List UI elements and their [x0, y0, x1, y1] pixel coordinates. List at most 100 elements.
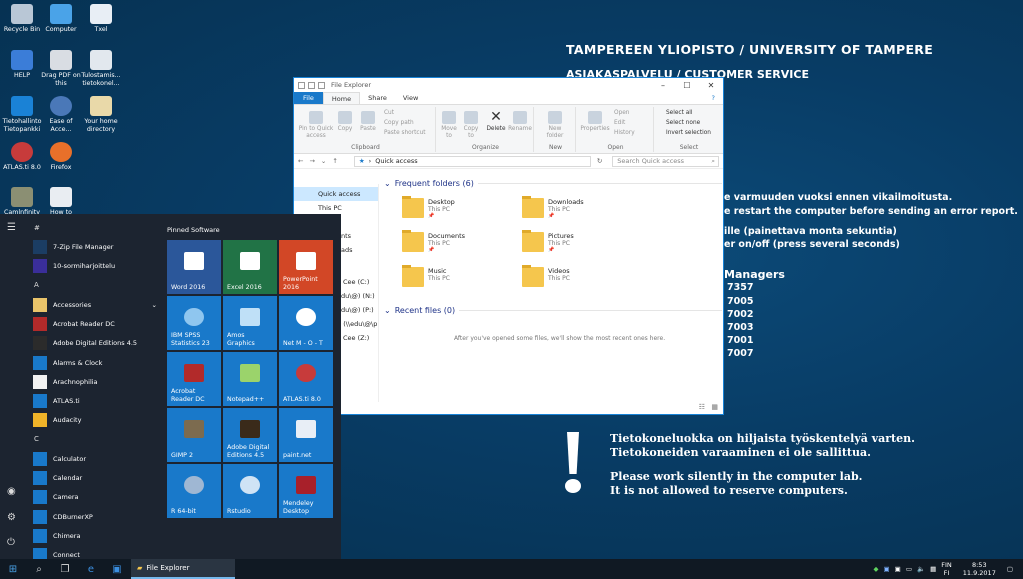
tile-word[interactable]: Word 2016: [167, 240, 221, 294]
details-view-icon[interactable]: ☷: [699, 403, 705, 411]
letter-header[interactable]: C: [34, 435, 39, 443]
txel-icon[interactable]: Txel: [79, 4, 123, 34]
home-directory-icon[interactable]: Your home directory: [79, 96, 123, 133]
language-indicator[interactable]: FIN FI: [941, 561, 952, 577]
tray-overflow-icon[interactable]: ▦: [930, 565, 936, 573]
edge-icon[interactable]: e: [78, 559, 104, 579]
folder-item[interactable]: Videos This PC: [522, 265, 570, 287]
tile-rstudio[interactable]: Rstudio: [223, 464, 277, 518]
folder-item[interactable]: Desktop This PC 📌: [402, 196, 455, 219]
tietopankki-icon[interactable]: Tietohallinto Tietopankki: [0, 96, 44, 133]
select-all-button[interactable]: Select all: [666, 110, 693, 116]
search-icon[interactable]: ⌕: [26, 559, 52, 579]
how-to-icon[interactable]: How to: [39, 187, 83, 217]
help-icon[interactable]: HELP: [0, 50, 44, 80]
edit-button[interactable]: Edit: [614, 120, 625, 126]
tile-spss[interactable]: IBM SPSS Statistics 23: [167, 296, 221, 350]
app-item[interactable]: 7-Zip File Manager: [33, 240, 113, 254]
settings-icon[interactable]: ⚙: [7, 512, 16, 523]
tab-home[interactable]: Home: [322, 92, 361, 104]
tile-r[interactable]: R 64-bit: [167, 464, 221, 518]
app-item[interactable]: Chimera: [33, 529, 80, 543]
new-folder-button[interactable]: New folder: [540, 111, 570, 139]
letter-header[interactable]: A: [34, 281, 39, 289]
tab-share[interactable]: Share: [360, 92, 395, 104]
tile-amos[interactable]: Amos Graphics: [223, 296, 277, 350]
search-input[interactable]: Search Quick access ⌕: [612, 155, 719, 167]
tray-app-icon[interactable]: ▣: [884, 565, 890, 573]
folder-item[interactable]: Pictures This PC 📌: [522, 230, 574, 253]
properties-button[interactable]: Properties: [580, 111, 610, 133]
quick-access-toolbar[interactable]: [298, 81, 325, 89]
drag-pdf-icon[interactable]: Drag PDF on this: [39, 50, 83, 87]
nav-item-quick-access[interactable]: Quick access: [294, 187, 378, 201]
caminfinity-icon[interactable]: Camlnfinity: [0, 187, 44, 217]
network-icon[interactable]: ▭: [906, 565, 912, 573]
tile-paintnet[interactable]: paint.net: [279, 408, 333, 462]
app-item[interactable]: ATLAS.ti: [33, 394, 80, 408]
folder-item[interactable]: Music This PC: [402, 265, 450, 287]
power-icon[interactable]: ⏻: [7, 537, 15, 548]
app-item[interactable]: Calendar: [33, 471, 82, 485]
folder-item[interactable]: Documents This PC 📌: [402, 230, 465, 253]
nav-item-this-pc[interactable]: This PC: [294, 201, 378, 215]
invert-selection-button[interactable]: Invert selection: [666, 130, 711, 136]
windows-start-icon[interactable]: ⊞: [0, 559, 26, 579]
frequent-folders-header[interactable]: ⌄ Frequent folders (6): [384, 179, 722, 188]
letter-header[interactable]: #: [34, 224, 40, 232]
history-button[interactable]: History: [614, 130, 635, 136]
firefox-icon[interactable]: Firefox: [39, 142, 83, 172]
app-folder-accessories[interactable]: Accessories ⌄: [33, 298, 157, 312]
tile-excel[interactable]: Excel 2016: [223, 240, 277, 294]
atlas-ti-icon[interactable]: ATLAS.ti 8.0: [0, 142, 44, 172]
copy-button[interactable]: Copy: [334, 111, 356, 133]
recycle-bin-icon[interactable]: Recycle Bin: [0, 4, 44, 34]
taskbar-file-explorer[interactable]: ▰ File Explorer: [131, 559, 235, 579]
app-item[interactable]: Arachnophilia: [33, 375, 98, 389]
shield-icon[interactable]: ◆: [874, 565, 879, 573]
app-item[interactable]: Acrobat Reader DC: [33, 317, 115, 331]
tile-atlas[interactable]: ATLAS.ti 8.0: [279, 352, 333, 406]
notifications-icon[interactable]: ▢: [1007, 565, 1013, 573]
tile-acrobat[interactable]: Acrobat Reader DC: [167, 352, 221, 406]
app-item[interactable]: Adobe Digital Editions 4.5: [33, 336, 137, 350]
recent-locations-icon[interactable]: ⌄: [321, 157, 326, 165]
folder-item[interactable]: Downloads This PC 📌: [522, 196, 584, 219]
forward-icon[interactable]: →: [309, 157, 314, 165]
rename-button[interactable]: Rename: [508, 111, 532, 133]
tile-notepadpp[interactable]: Notepad++: [223, 352, 277, 406]
delete-button[interactable]: ✕ Delete: [484, 110, 508, 133]
hamburger-icon[interactable]: ☰: [7, 222, 16, 233]
large-icons-view-icon[interactable]: ▦: [711, 403, 718, 411]
app-item[interactable]: 10-sormiharjoittelu: [33, 259, 115, 273]
copy-path-button[interactable]: Copy path: [384, 120, 414, 126]
cut-button[interactable]: Cut: [384, 110, 394, 116]
app-item[interactable]: Alarms & Clock: [33, 356, 102, 370]
store-icon[interactable]: ▣: [104, 559, 130, 579]
refresh-icon[interactable]: ↻: [597, 157, 602, 165]
tile-gimp[interactable]: GIMP 2: [167, 408, 221, 462]
copy-to-button[interactable]: Copy to: [460, 111, 482, 139]
select-none-button[interactable]: Select none: [666, 120, 700, 126]
maximize-icon[interactable]: ☐: [675, 81, 699, 90]
minimize-icon[interactable]: –: [651, 81, 675, 90]
tab-view[interactable]: View: [395, 92, 426, 104]
back-icon[interactable]: ←: [298, 157, 303, 165]
printing-icon[interactable]: Tulostamis... tietokonel...: [79, 50, 123, 87]
recent-files-header[interactable]: ⌄ Recent files (0): [384, 306, 722, 315]
tile-mendeley[interactable]: Mendeley Desktop: [279, 464, 333, 518]
paste-shortcut-button[interactable]: Paste shortcut: [384, 130, 426, 136]
open-button[interactable]: Open: [614, 110, 629, 116]
tile-adobe-de[interactable]: Adobe Digital Editions 4.5: [223, 408, 277, 462]
app-item[interactable]: Calculator: [33, 452, 86, 466]
tile-powerpoint[interactable]: PowerPoint 2016: [279, 240, 333, 294]
close-icon[interactable]: ✕: [699, 81, 723, 90]
volume-icon[interactable]: 🔈: [917, 565, 925, 573]
computer-icon[interactable]: Computer: [39, 4, 83, 34]
clock[interactable]: 8:53 11.9.2017: [963, 561, 996, 577]
ease-of-access-icon[interactable]: Ease of Acce...: [39, 96, 83, 133]
tile-net-mot[interactable]: Net M - O - T: [279, 296, 333, 350]
app-item[interactable]: Audacity: [33, 413, 81, 427]
app-item[interactable]: CDBurnerXP: [33, 510, 93, 524]
help-icon[interactable]: ?: [704, 92, 723, 104]
